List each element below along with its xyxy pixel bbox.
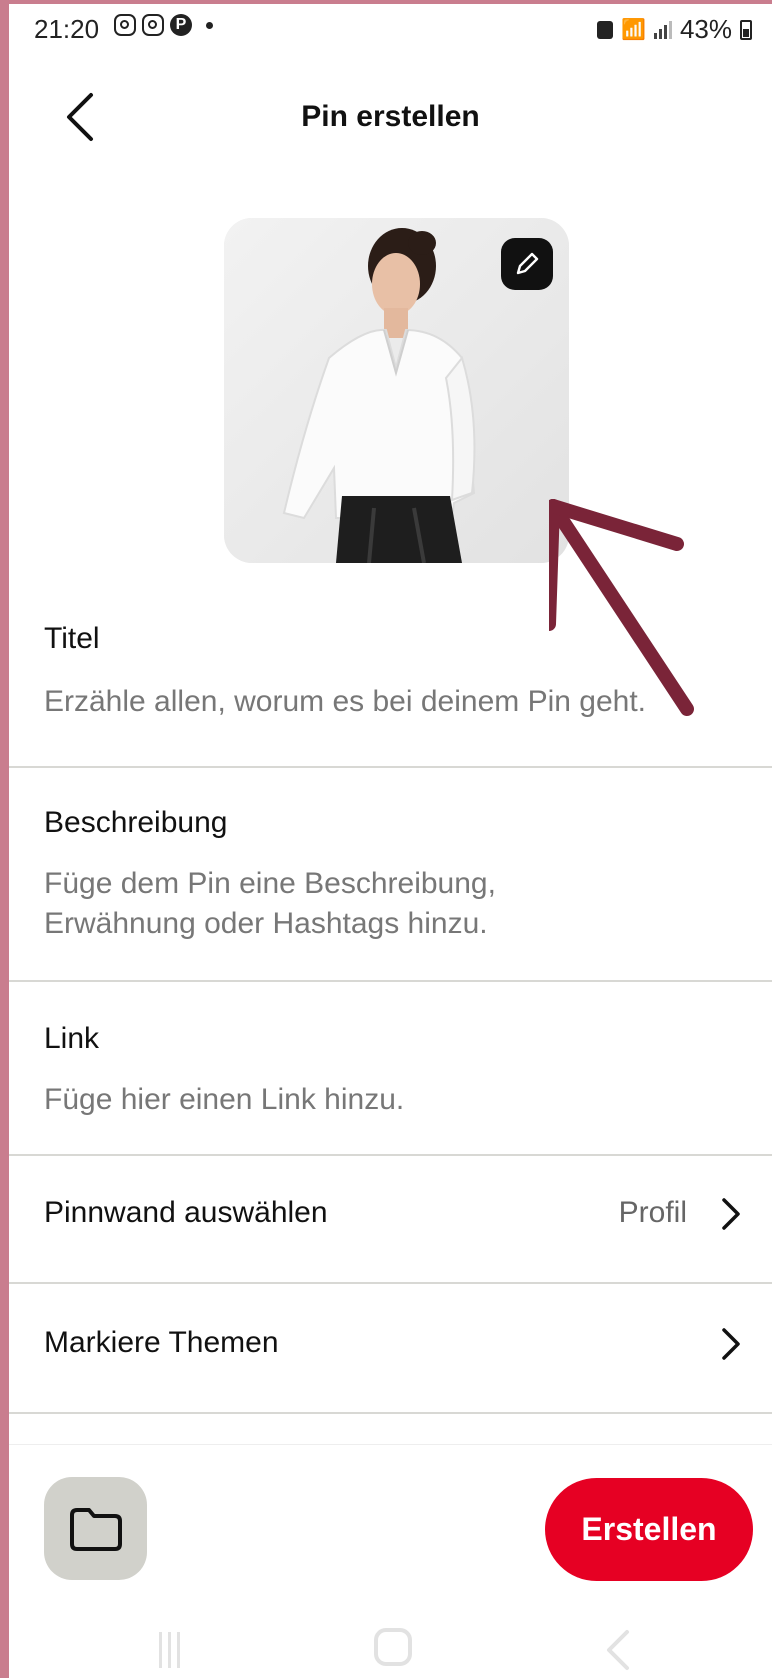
more-notifications-dot-icon (206, 21, 213, 29)
description-label: Beschreibung (44, 806, 228, 839)
wifi-icon: 📶 (621, 19, 646, 41)
title-field[interactable]: Titel Erzähle allen, worum es bei deinem… (9, 604, 772, 764)
link-label: Link (44, 1022, 100, 1055)
create-button[interactable]: Erstellen (545, 1478, 753, 1581)
link-field[interactable]: Link Füge hier einen Link hinzu. (9, 982, 772, 1152)
instagram-icon (142, 14, 164, 36)
description-field[interactable]: Beschreibung Füge dem Pin eine Beschreib… (9, 768, 772, 978)
divider (9, 1282, 772, 1284)
pinterest-icon: P (170, 14, 192, 36)
system-nav-bar (9, 1614, 772, 1678)
topics-row[interactable]: Markiere Themen (9, 1286, 772, 1406)
edit-image-button[interactable] (501, 238, 553, 290)
status-bar: 21:20 P 📶 43% (9, 4, 772, 54)
title-label: Titel (44, 622, 100, 655)
battery-percent: 43% (679, 14, 732, 44)
signal-icon (653, 20, 672, 39)
description-placeholder-line: Füge dem Pin eine Beschreibung, (44, 867, 496, 900)
board-select-label: Pinnwand auswählen (44, 1196, 328, 1229)
board-select-value: Profil (618, 1196, 687, 1229)
system-status-icons: 📶 43% (597, 14, 752, 45)
battery-icon (740, 19, 752, 40)
divider (9, 1412, 772, 1414)
page-title: Pin erstellen (301, 100, 480, 133)
title-input[interactable]: Erzähle allen, worum es bei deinem Pin g… (44, 682, 646, 722)
recents-icon[interactable] (159, 1632, 180, 1668)
description-input[interactable]: Füge dem Pin eine Beschreibung, Erwähnun… (44, 864, 496, 944)
status-time: 21:20 (34, 14, 100, 44)
notification-icons: P (114, 14, 213, 36)
instagram-icon (114, 14, 136, 36)
lock-icon (597, 20, 614, 39)
bottom-action-bar: Erstellen (9, 1444, 772, 1585)
phone-screen: 21:20 P 📶 43% Pin erstellen Titel Erzähl… (9, 4, 772, 1678)
folder-icon (69, 1507, 122, 1551)
link-input[interactable]: Füge hier einen Link hinzu. (44, 1080, 404, 1120)
pin-image[interactable] (224, 218, 569, 563)
chevron-right-icon (722, 1328, 740, 1360)
pencil-icon (516, 252, 539, 275)
home-icon[interactable] (374, 1628, 412, 1666)
topics-label: Markiere Themen (44, 1326, 279, 1359)
description-placeholder-line: Erwähnung oder Hashtags hinzu. (44, 907, 488, 940)
board-select-row[interactable]: Pinnwand auswählen Profil (9, 1156, 772, 1276)
app-bar: Pin erstellen (9, 64, 772, 164)
back-nav-icon[interactable] (599, 1628, 639, 1672)
chevron-right-icon (722, 1198, 740, 1230)
save-draft-button[interactable] (44, 1477, 147, 1580)
